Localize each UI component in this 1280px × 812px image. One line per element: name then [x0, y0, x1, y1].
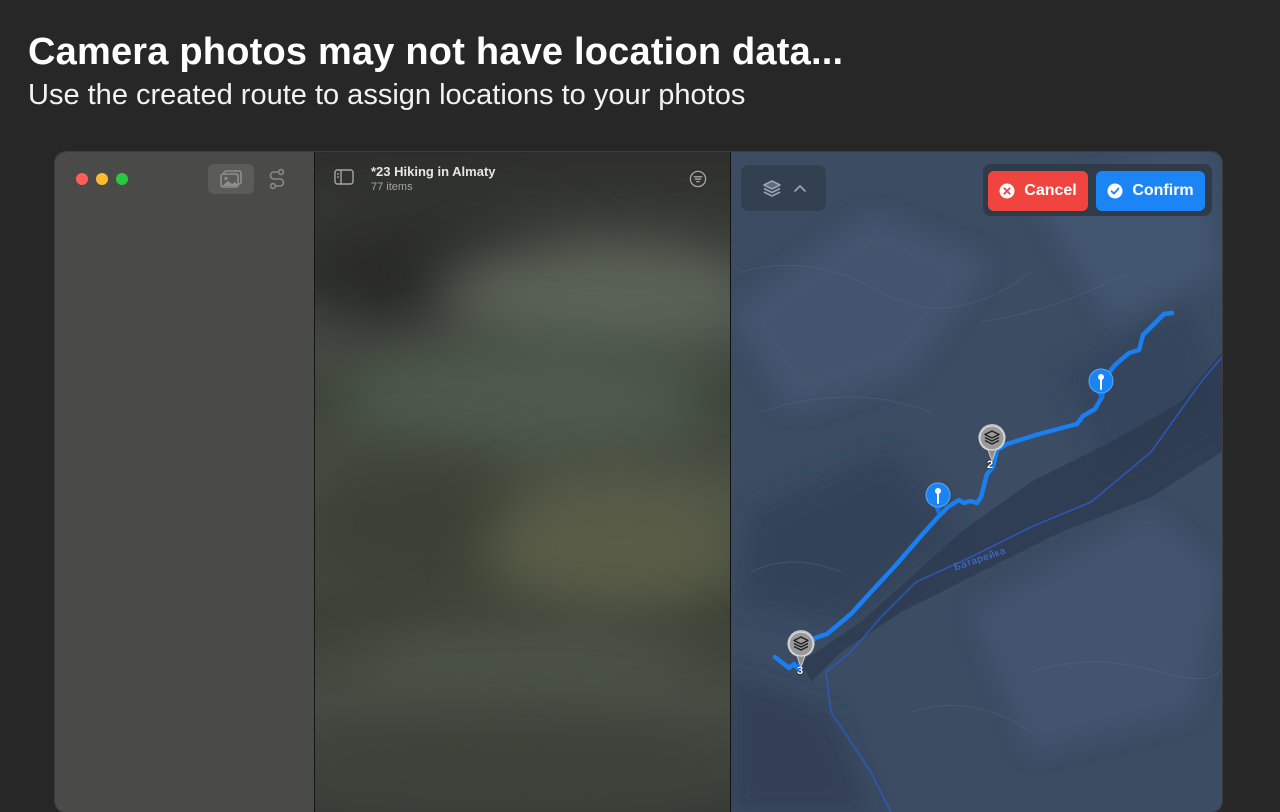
checkmark-circle-icon — [1107, 183, 1123, 199]
assign-action-bar: Cancel Confirm — [983, 164, 1212, 216]
cluster-count-label: 2 — [987, 459, 994, 471]
confirm-button[interactable]: Confirm — [1096, 171, 1205, 211]
promo-headline: Camera photos may not have location data… — [28, 31, 844, 73]
photo-cluster-marker[interactable] — [976, 423, 1008, 463]
album-title: *23 Hiking in Almaty — [371, 164, 496, 179]
sidebar-toggle-icon[interactable] — [334, 169, 354, 185]
photos-icon — [219, 169, 243, 189]
map-layers-button[interactable] — [741, 165, 826, 211]
photos-tab-button[interactable] — [208, 164, 254, 194]
cancel-label: Cancel — [1024, 182, 1077, 199]
cancel-button[interactable]: Cancel — [988, 171, 1088, 211]
window-minimize-button[interactable] — [96, 173, 108, 185]
confirm-label: Confirm — [1132, 182, 1194, 199]
chevron-up-icon — [793, 184, 806, 192]
filter-icon[interactable] — [689, 170, 707, 188]
promo-subline: Use the created route to assign location… — [28, 79, 746, 111]
cancel-x-circle-icon — [999, 183, 1015, 199]
sidebar — [55, 152, 315, 812]
routes-tab-button[interactable] — [254, 164, 300, 194]
map-view[interactable]: Батарейка 2 3 Cancel Confirm — [731, 152, 1222, 812]
album-item-count: 77 items — [371, 181, 413, 193]
photo-grid-panel: *23 Hiking in Almaty 77 items — [315, 152, 731, 812]
location-pin-icon[interactable] — [1087, 368, 1115, 404]
window-zoom-button[interactable] — [116, 173, 128, 185]
album-toolbar: *23 Hiking in Almaty 77 items — [315, 152, 730, 202]
cluster-count-label: 3 — [797, 665, 804, 677]
layers-icon — [762, 178, 782, 198]
route-icon — [267, 168, 287, 190]
window-close-button[interactable] — [76, 173, 88, 185]
location-pin-icon[interactable] — [924, 482, 952, 518]
app-window: *23 Hiking in Almaty 77 items Батарейка … — [55, 152, 1222, 812]
photo-cluster-marker[interactable] — [785, 629, 817, 669]
